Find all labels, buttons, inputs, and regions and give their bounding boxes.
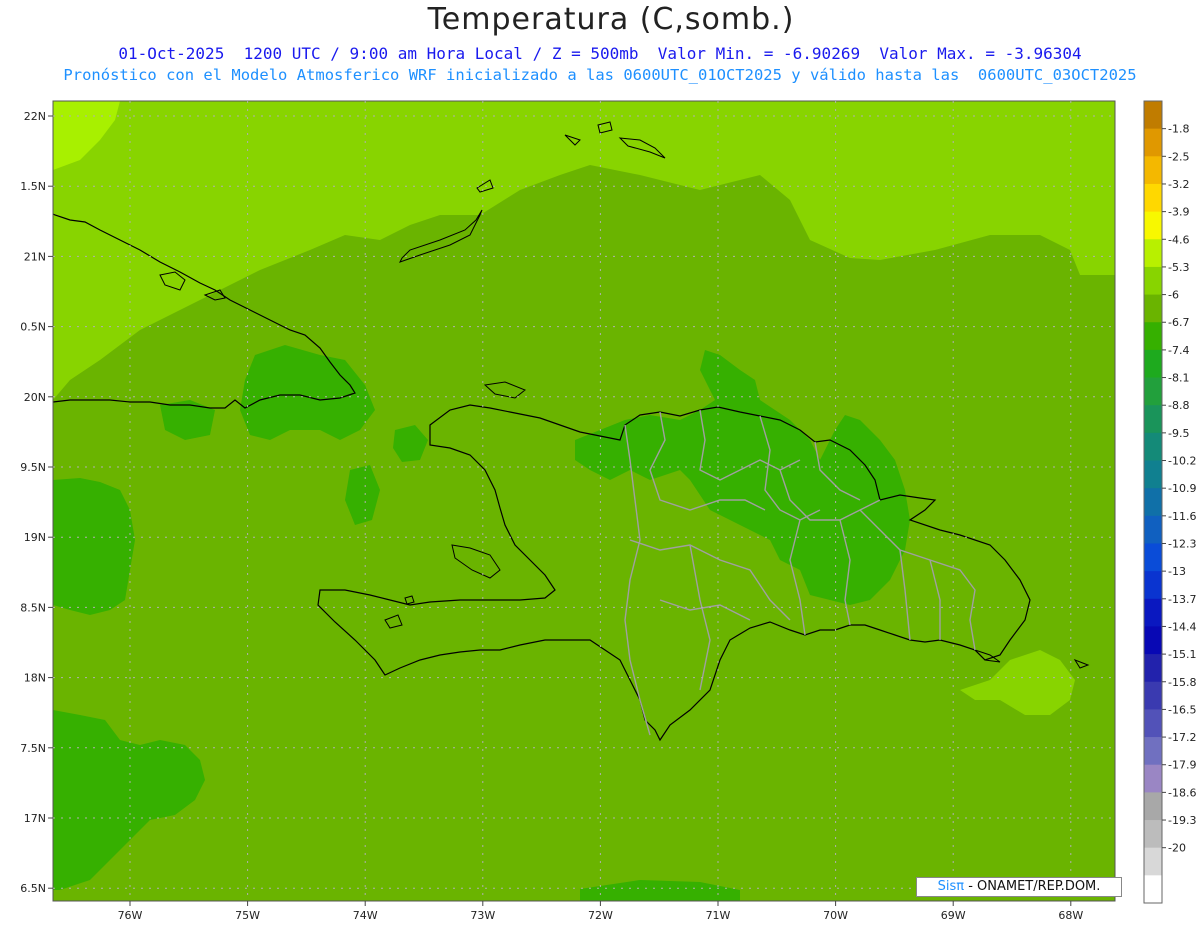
colorbar-swatch <box>1144 543 1162 572</box>
colorbar-label: -15.8 <box>1168 676 1196 689</box>
colorbar-swatch <box>1144 571 1162 600</box>
colorbar-label: -10.9 <box>1168 482 1196 495</box>
colorbar-swatch <box>1144 488 1162 517</box>
colorbar-swatch <box>1144 405 1162 434</box>
lon-label: 74W <box>353 909 378 922</box>
colorbar-swatch <box>1144 654 1162 683</box>
colorbar-label: -10.2 <box>1168 455 1196 468</box>
colorbar-swatch <box>1144 349 1162 379</box>
colorbar-label: -9.5 <box>1168 427 1189 440</box>
credit-brand: Sisπ <box>937 879 965 894</box>
lat-label: 6.5N <box>20 882 46 895</box>
lat-label: 9.5N <box>20 461 46 474</box>
field-band-cold-west <box>53 478 135 615</box>
colorbar-swatch <box>1144 322 1162 351</box>
colorbar-label: -7.4 <box>1168 344 1189 357</box>
colorbar-swatch <box>1144 239 1162 268</box>
colorbar-swatch <box>1144 709 1162 738</box>
lat-label: 17N <box>24 812 46 825</box>
lon-label: 73W <box>470 909 495 922</box>
lat-label: 7.5N <box>20 742 46 755</box>
lon-label: 71W <box>706 909 731 922</box>
colorbar-label: -6 <box>1168 289 1179 302</box>
lat-label: 18N <box>24 672 46 685</box>
lon-label: 69W <box>941 909 966 922</box>
colorbar-label: -20 <box>1168 842 1186 855</box>
colorbar-label: -8.1 <box>1168 372 1189 385</box>
colorbar-label: -4.6 <box>1168 233 1189 246</box>
colorbar-swatch <box>1144 266 1162 296</box>
lon-label: 76W <box>118 909 143 922</box>
temperature-map: 22N 1.5N 21N 0.5N 20N 9.5N 19N 8.5N 18N 7.5N 17N 6.… <box>20 100 1196 922</box>
colorbar-swatch <box>1144 432 1162 462</box>
lat-label: 20N <box>24 391 46 404</box>
colorbar-swatch <box>1144 460 1162 489</box>
colorbar-label: -11.6 <box>1168 510 1196 523</box>
colorbar-label: -3.9 <box>1168 206 1189 219</box>
colorbar-swatch <box>1144 294 1162 323</box>
colorbar-label: -16.5 <box>1168 703 1196 716</box>
colorbar-swatch <box>1144 183 1162 213</box>
credit-box: Sisπ - ONAMET/REP.DOM. <box>916 877 1122 897</box>
colorbar-swatch <box>1144 128 1162 157</box>
colorbar-swatch <box>1144 377 1162 406</box>
lat-label: 19N <box>24 531 46 544</box>
colorbar-swatch <box>1144 598 1162 627</box>
colorbar-swatch <box>1144 101 1162 130</box>
colorbar-label: -2.5 <box>1168 150 1189 163</box>
lon-label: 75W <box>235 909 260 922</box>
colorbar-label: -18.6 <box>1168 786 1196 799</box>
lat-label: 8.5N <box>20 601 46 614</box>
colorbar-label: -8.8 <box>1168 399 1189 412</box>
colorbar-swatch <box>1144 626 1162 655</box>
latitude-axis: 22N 1.5N 21N 0.5N 20N 9.5N 19N 8.5N 18N 7.5N 17N 6.… <box>20 110 53 895</box>
colorbar-swatch <box>1144 515 1162 544</box>
lat-label: 1.5N <box>20 180 46 193</box>
longitude-axis: 76W 75W 74W 73W 72W 71W 70W 69W 68W <box>118 901 1083 922</box>
colorbar-label: -3.2 <box>1168 178 1189 191</box>
colorbar-swatch <box>1144 875 1162 904</box>
colorbar-label: -15.1 <box>1168 648 1196 661</box>
colorbar-label: -12.3 <box>1168 537 1196 550</box>
credit-text: - ONAMET/REP.DOM. <box>964 879 1101 894</box>
colorbar-swatch <box>1144 211 1162 240</box>
colorbar-swatch <box>1144 764 1162 793</box>
colorbar-swatch <box>1144 681 1162 710</box>
lon-label: 68W <box>1058 909 1083 922</box>
colorbar-label: -6.7 <box>1168 316 1189 329</box>
colorbar-label: -13 <box>1168 565 1186 578</box>
colorbar-swatch <box>1144 847 1162 876</box>
colorbar-label: -19.3 <box>1168 814 1196 827</box>
colorbar-label: -17.9 <box>1168 759 1196 772</box>
lat-label: 0.5N <box>20 321 46 334</box>
colorbar-label: -1.8 <box>1168 123 1189 136</box>
lon-label: 72W <box>588 909 613 922</box>
colorbar-swatch <box>1144 792 1162 821</box>
colorbar-swatch <box>1144 820 1162 849</box>
lon-label: 70W <box>823 909 848 922</box>
colorbar-label: -13.7 <box>1168 593 1196 606</box>
lat-label: 21N <box>24 250 46 263</box>
colorbar-label: -14.4 <box>1168 620 1196 633</box>
colorbar-label: -17.2 <box>1168 731 1196 744</box>
lat-label: 22N <box>24 110 46 123</box>
colorbar-label: -5.3 <box>1168 261 1189 274</box>
colorbar-swatch <box>1144 156 1162 185</box>
temperature-colorbar: -1.8 -2.5 -3.2 -3.9 -4.6 -5.3 -6 -6.7 -7.4 -8.1 -8… <box>1143 100 1196 904</box>
colorbar-swatch <box>1144 737 1162 766</box>
